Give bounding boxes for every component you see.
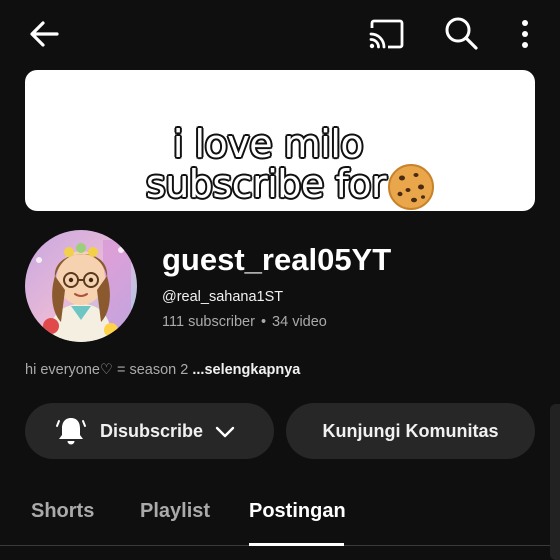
description-more-link[interactable]: ...selengkapnya [192, 362, 300, 378]
channel-tabs: Shorts Playlist Postingan [0, 486, 560, 560]
more-vertical-icon[interactable] [514, 16, 536, 52]
arrow-left-icon[interactable] [26, 16, 62, 52]
active-tab-indicator [249, 543, 344, 546]
cookie-icon [388, 164, 434, 210]
channel-name: guest_real05YT [162, 242, 392, 277]
stats-separator: • [260, 314, 267, 330]
channel-banner: i love milo subscribe for [25, 70, 535, 211]
banner-text-line1: i love milo [172, 122, 364, 166]
description-text: hi everyone♡ = season 2 [25, 362, 193, 378]
tab-posts[interactable]: Postingan [249, 500, 346, 523]
cast-icon[interactable] [366, 16, 406, 52]
subscribed-label: Disubscribe [100, 421, 204, 441]
video-count: 34 video [272, 314, 327, 330]
subscriber-count: 111 subscriber [162, 314, 255, 330]
channel-handle: @real_sahana1ST [162, 289, 284, 305]
banner-text-line2: subscribe for [145, 162, 387, 206]
channel-description[interactable]: hi everyone♡ = season 2 ...selengkapnya [25, 362, 300, 378]
scroll-edge [550, 404, 560, 560]
search-icon[interactable] [442, 14, 480, 52]
visit-community-button[interactable]: Kunjungi Komunitas [286, 403, 535, 459]
tab-playlist[interactable]: Playlist [140, 500, 210, 523]
top-app-bar [0, 0, 560, 68]
visit-community-label: Kunjungi Komunitas [322, 421, 499, 441]
channel-avatar[interactable] [25, 230, 137, 342]
tab-shorts[interactable]: Shorts [31, 500, 94, 523]
chevron-down-icon [215, 426, 235, 438]
bell-icon [56, 418, 86, 445]
subscribed-button[interactable]: Disubscribe [25, 403, 274, 459]
channel-stats: 111 subscriber • 34 video [162, 314, 327, 330]
